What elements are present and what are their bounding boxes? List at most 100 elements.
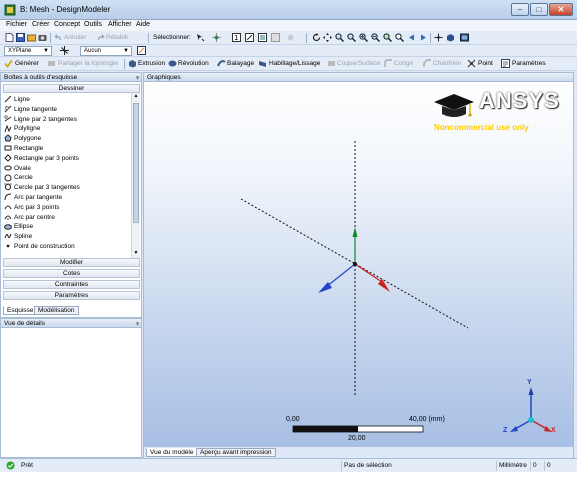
undo-icon[interactable] (54, 33, 63, 42)
revolve-icon[interactable] (168, 59, 177, 68)
menu-fichier[interactable]: Fichier (6, 21, 27, 28)
revolve-button[interactable]: Révolution (178, 60, 209, 67)
draw-tool-item[interactable]: Ligne (4, 95, 30, 104)
thin-surface-icon[interactable] (327, 59, 336, 68)
display-model-icon[interactable] (446, 33, 455, 42)
select-point-icon[interactable] (212, 33, 221, 42)
zoom-out-icon[interactable] (371, 33, 380, 42)
3d-viewport[interactable]: ANSYS Noncommercial use only 0,00 40,00 … (144, 82, 573, 447)
draw-tool-item[interactable]: Polyligne (4, 124, 40, 133)
pan-icon[interactable] (323, 33, 332, 42)
line-icon (4, 95, 12, 103)
constraints-section-header[interactable]: Contraintes (3, 280, 140, 289)
draw-tool-item[interactable]: Arc par tangente (4, 193, 62, 202)
draw-tool-item[interactable]: Ligne par 2 tangentes (4, 115, 77, 124)
save-icon[interactable] (16, 33, 25, 42)
menu-outils[interactable]: Outils (84, 21, 102, 28)
draw-tool-item[interactable]: Point de construction (4, 242, 75, 251)
magnifier-icon[interactable] (395, 33, 404, 42)
menu-concept[interactable]: Concept (54, 21, 80, 28)
new-plane-icon[interactable] (60, 46, 69, 55)
draw-section-header[interactable]: Dessiner (3, 84, 140, 93)
menu-aide[interactable]: Aide (136, 21, 150, 28)
generate-icon[interactable] (4, 59, 13, 68)
parameters-icon[interactable] (501, 59, 510, 68)
pin-icon[interactable]: ᵩ (136, 319, 139, 328)
draw-tool-item[interactable]: Spline (4, 232, 32, 241)
menu-creer[interactable]: Créer (32, 21, 50, 28)
menu-afficher[interactable]: Afficher (108, 21, 132, 28)
generate-button[interactable]: Générer (15, 60, 39, 67)
extend-selection-icon[interactable] (286, 33, 295, 42)
zoom-icon[interactable] (335, 33, 344, 42)
tab-model-view[interactable]: Vue du modèle (146, 448, 198, 457)
zoom-box-icon[interactable] (347, 33, 356, 42)
new-icon[interactable] (5, 33, 14, 42)
display-plane-icon[interactable] (460, 33, 469, 42)
skin-loft-icon[interactable] (258, 59, 267, 68)
chamfer-icon[interactable] (423, 59, 432, 68)
new-sketch-icon[interactable] (137, 46, 146, 55)
redo-icon[interactable] (96, 33, 105, 42)
draw-tool-item[interactable]: Ellipse (4, 222, 33, 231)
draw-tool-item[interactable]: Ligne tangente (4, 105, 57, 114)
close-button[interactable]: ✕ (549, 3, 573, 16)
draw-tool-item[interactable]: Arc par 3 points (4, 203, 60, 212)
point-icon[interactable] (467, 59, 476, 68)
share-topology-icon[interactable] (47, 59, 56, 68)
draw-tool-item[interactable]: Ovale (4, 164, 31, 173)
units-status[interactable]: Millimètre (496, 461, 530, 471)
draw-tool-item[interactable]: Cercle par 3 tangentes (4, 183, 80, 192)
dimensions-section-header[interactable]: Cotes (3, 269, 140, 278)
select-face-icon[interactable] (258, 33, 267, 42)
zoom-fit-icon[interactable] (383, 33, 392, 42)
maximize-button[interactable]: □ (530, 3, 548, 16)
redo-button[interactable]: Rétablir (106, 34, 128, 41)
select-mode-icon[interactable] (196, 33, 205, 42)
draw-tool-item[interactable]: Cercle (4, 173, 33, 182)
export-icon[interactable] (27, 33, 36, 42)
draw-tool-item[interactable]: Rectangle par 3 points (4, 154, 79, 163)
undo-button[interactable]: Annuler (64, 34, 86, 41)
next-view-icon[interactable] (419, 33, 428, 42)
rotate-icon[interactable] (312, 33, 321, 42)
share-topology-button[interactable]: Partager la topologie (58, 60, 118, 67)
modify-section-header[interactable]: Modifier (3, 258, 140, 267)
plane-dropdown[interactable]: XYPlane ▼ (4, 46, 52, 56)
ansys-cap-icon (434, 94, 474, 117)
sweep-icon[interactable] (217, 59, 226, 68)
tab-print-preview[interactable]: Aperçu avant impression (196, 448, 276, 457)
previous-view-icon[interactable] (407, 33, 416, 42)
iso-view-icon[interactable] (434, 33, 443, 42)
sketch-dropdown[interactable]: Aucun ▼ (80, 46, 132, 56)
draw-tool-item[interactable]: Polygone (4, 134, 41, 143)
screenshot-icon[interactable] (38, 33, 47, 42)
skin-loft-button[interactable]: Habillage/Lissage (269, 60, 320, 67)
draw-tool-item[interactable]: Rectangle (4, 144, 43, 153)
extrude-icon[interactable] (128, 59, 137, 68)
tools-scrollbar[interactable]: ▲ ▼ (131, 93, 140, 259)
select-vertex-icon[interactable]: 1 (232, 33, 241, 42)
select-edge-icon[interactable] (245, 33, 254, 42)
zoom-in-icon[interactable] (359, 33, 368, 42)
triad-x-label: X (551, 427, 556, 434)
minimize-button[interactable]: – (511, 3, 529, 16)
thin-surface-button[interactable]: Coque/Surface (337, 60, 380, 67)
scroll-down-icon[interactable]: ▼ (132, 250, 140, 256)
tab-modeling[interactable]: Modélisation (34, 306, 79, 315)
sweep-button[interactable]: Balayage (227, 60, 254, 67)
blend-icon[interactable] (384, 59, 393, 68)
scroll-up-icon[interactable]: ▲ (132, 93, 140, 99)
blend-button[interactable]: Congé (394, 60, 413, 67)
parameters-button[interactable]: Paramètres (512, 60, 546, 67)
tab-sketching[interactable]: Esquisse (3, 306, 38, 315)
pin-icon[interactable]: ᵩ (136, 73, 139, 82)
scrollbar-thumb[interactable] (133, 103, 139, 223)
chamfer-button[interactable]: Chanfrein (433, 60, 461, 67)
settings-section-header[interactable]: Paramètres (3, 291, 140, 300)
draw-tool-item[interactable]: Arc par centre (4, 213, 55, 222)
point-button[interactable]: Point (478, 60, 493, 67)
extrude-button[interactable]: Extrusion (138, 60, 165, 67)
select-body-icon[interactable] (271, 33, 280, 42)
main-toolbar: Annuler Rétablir Sélectionner: 1 (0, 31, 577, 45)
